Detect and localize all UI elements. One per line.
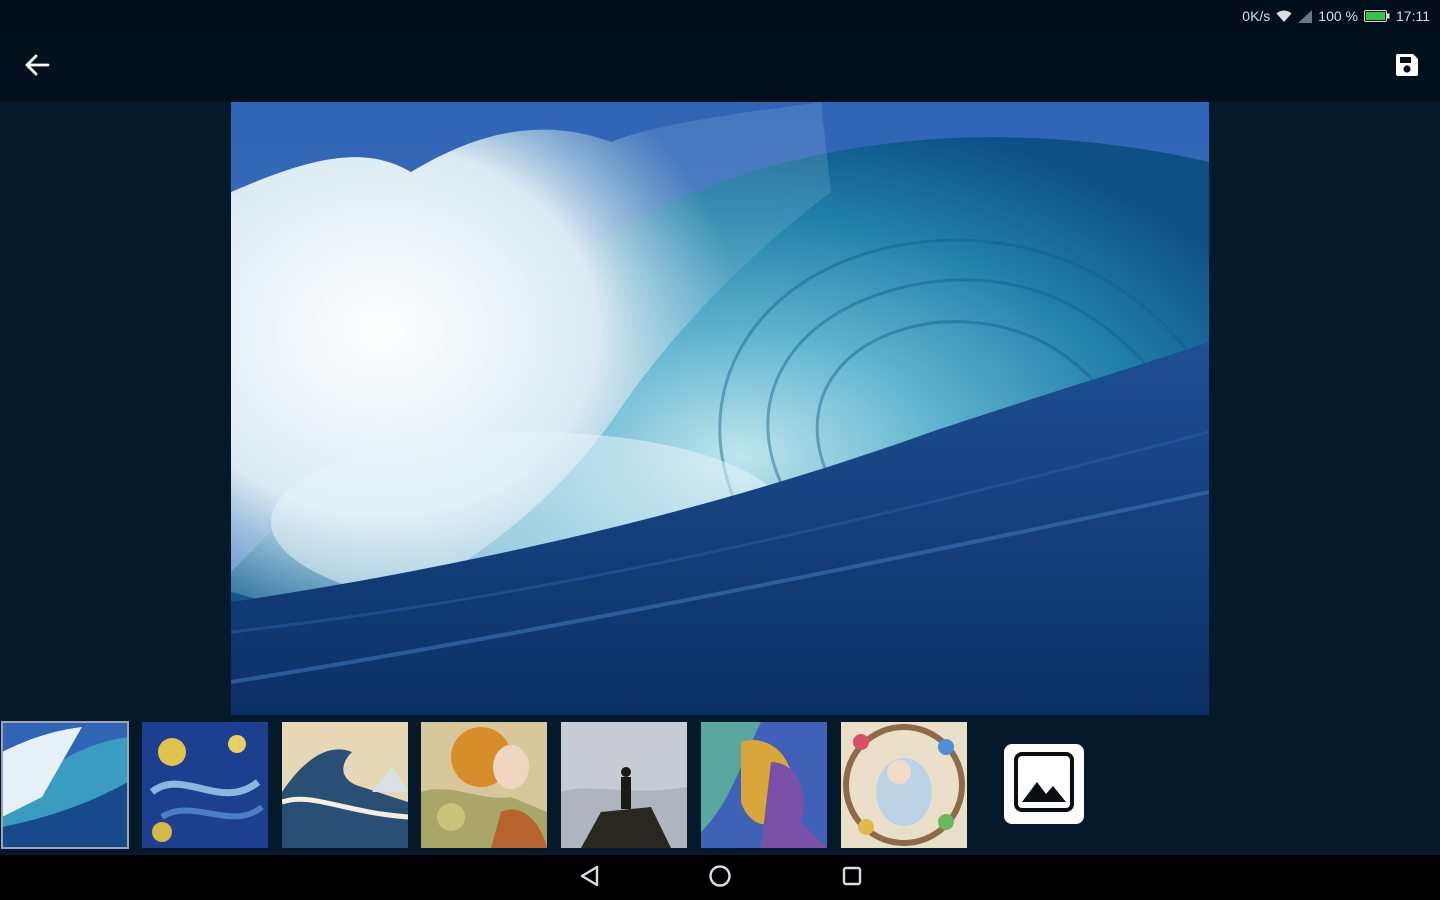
main-image	[231, 102, 1209, 715]
back-triangle-icon	[579, 865, 601, 892]
status-bar: 0K/s 100 % 17:11	[0, 0, 1440, 32]
signal-icon	[1298, 9, 1313, 23]
clock: 17:11	[1396, 8, 1430, 24]
arrow-left-icon	[24, 54, 50, 81]
home-circle-icon	[708, 864, 732, 893]
gallery-button[interactable]	[1004, 744, 1084, 824]
style-thumbnail-great-wave[interactable]	[282, 722, 408, 848]
battery-percent: 100 %	[1318, 8, 1358, 24]
app-bar	[0, 32, 1440, 102]
back-button[interactable]	[20, 50, 54, 84]
style-thumbnail-starry-night[interactable]	[142, 722, 268, 848]
style-thumbnail-art-nouveau[interactable]	[421, 722, 547, 848]
recents-square-icon	[841, 865, 863, 892]
style-thumbnail-stained-glass[interactable]	[841, 722, 967, 848]
style-thumbnail-wave[interactable]	[1, 721, 129, 849]
wifi-icon	[1276, 10, 1292, 23]
nav-recents-button[interactable]	[839, 865, 865, 891]
floppy-disk-icon	[1394, 52, 1420, 83]
navigation-bar	[0, 855, 1440, 900]
battery-icon	[1364, 10, 1390, 22]
status-indicators: 0K/s 100 % 17:11	[1242, 7, 1430, 25]
image-icon	[1012, 750, 1076, 819]
network-speed: 0K/s	[1242, 8, 1271, 24]
style-thumbnail-colorful-portrait[interactable]	[701, 722, 827, 848]
style-strip	[0, 715, 1440, 855]
style-thumbnail-wanderer[interactable]	[561, 722, 687, 848]
nav-back-button[interactable]	[577, 865, 603, 891]
nav-home-button[interactable]	[707, 864, 733, 893]
save-button[interactable]	[1390, 50, 1424, 84]
